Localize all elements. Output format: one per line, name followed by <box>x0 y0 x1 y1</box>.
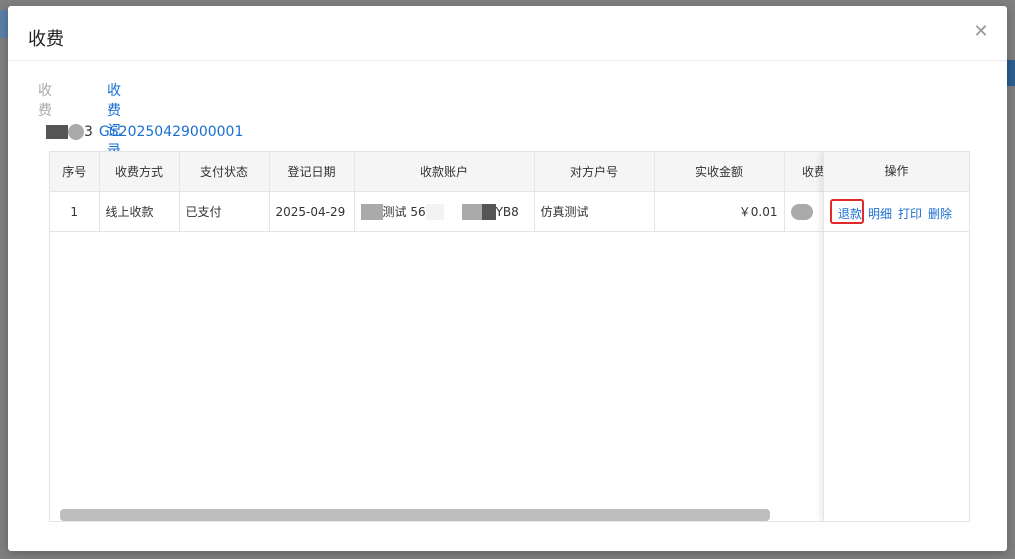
reference-prefix: 3 <box>84 124 93 140</box>
horizontal-scrollbar[interactable] <box>60 509 770 521</box>
cell-date: 2025-04-29 <box>269 191 355 232</box>
delete-link[interactable]: 删除 <box>928 205 952 222</box>
cell-status: 已支付 <box>179 191 270 232</box>
redaction-mask <box>360 204 383 221</box>
detail-link[interactable]: 明细 <box>868 205 892 222</box>
account-text: 测试 56 <box>382 204 426 219</box>
redaction-mask <box>68 124 84 140</box>
dialog-title: 收费 <box>28 29 64 50</box>
cell-account: 测试 56 YB8 <box>354 191 535 232</box>
column-header: 收费方式 <box>99 152 180 192</box>
redaction-mask <box>425 204 444 221</box>
refund-link[interactable]: 退款 <box>838 205 862 222</box>
column-header: 支付状态 <box>179 152 270 192</box>
column-header: 实收金额 <box>654 152 785 192</box>
column-header-actions: 操作 <box>824 152 969 192</box>
redaction-mask <box>790 203 813 220</box>
cell-method: 线上收款 <box>99 191 180 232</box>
table-header-row: 序号 收费方式 支付状态 登记日期 收款账户 对方户号 实收金额 收费 <box>50 152 845 192</box>
redaction-mask <box>481 204 496 221</box>
actions-row: 退款 明细 打印 删除 <box>824 192 969 232</box>
records-table: 序号 收费方式 支付状态 登记日期 收款账户 对方户号 实收金额 收费 1 线上… <box>49 151 970 522</box>
print-link[interactable]: 打印 <box>898 205 922 222</box>
background-button <box>1007 60 1015 86</box>
redaction-mask <box>461 204 482 221</box>
reference-row: 3 GS20250429000001 <box>46 124 243 142</box>
fee-dialog: 收费 ✕ 收费 收费记录 3 GS20250429000001 序号 收费方式 支… <box>8 6 1007 551</box>
column-header: 收款账户 <box>354 152 535 192</box>
cell-index: 1 <box>50 191 100 232</box>
dialog-header: 收费 ✕ <box>8 6 1007 61</box>
column-header: 登记日期 <box>269 152 355 192</box>
redaction-mask <box>46 125 68 139</box>
cell-counterparty: 仿真测试 <box>534 191 655 232</box>
cell-amount: ￥0.01 <box>654 191 785 232</box>
reference-number-link[interactable]: GS20250429000001 <box>99 124 243 140</box>
column-header: 对方户号 <box>534 152 655 192</box>
actions-column: 操作 退款 明细 打印 删除 <box>823 152 969 521</box>
tab-charge[interactable]: 收费 <box>38 80 52 126</box>
close-icon[interactable]: ✕ <box>973 23 989 41</box>
account-suffix: YB8 <box>495 204 519 219</box>
column-header: 序号 <box>50 152 100 192</box>
table-row: 1 线上收款 已支付 2025-04-29 测试 56 YB8 仿真测试 ￥0.0… <box>50 191 845 232</box>
